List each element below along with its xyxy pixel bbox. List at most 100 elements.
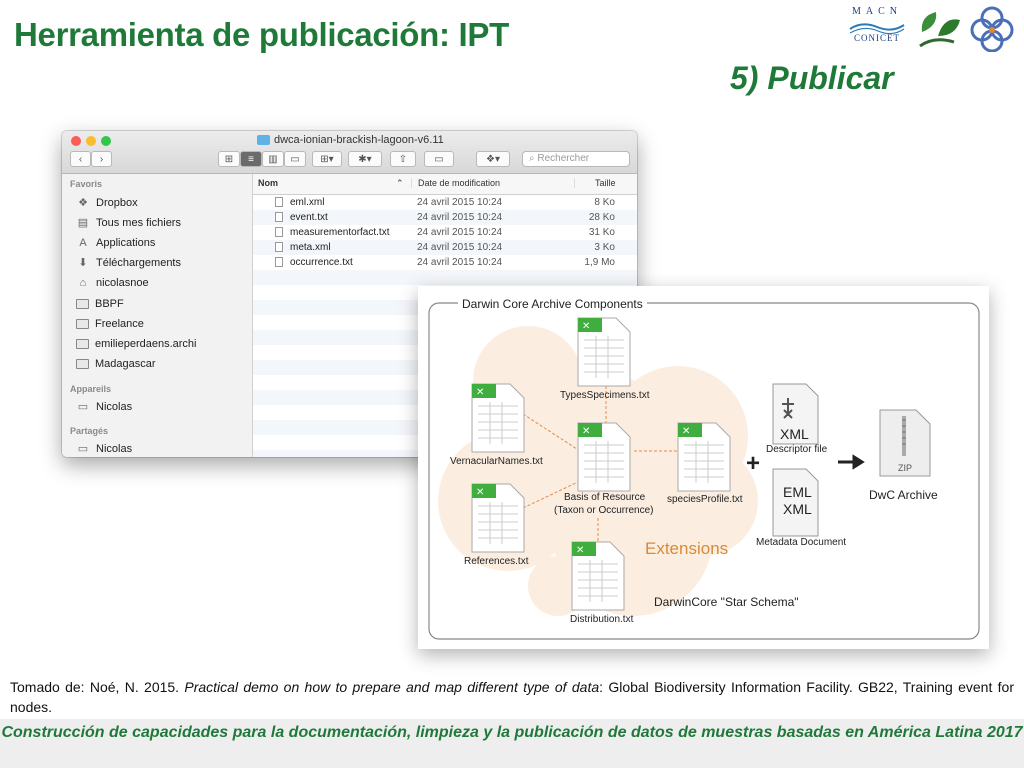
file-row[interactable]: measurementorfact.txt 24 avril 2015 10:2… — [253, 225, 637, 240]
leaf-logo-icon — [919, 12, 960, 48]
distribution-label: Distribution.txt — [570, 614, 634, 625]
dropbox-icon: ❖ — [78, 197, 88, 209]
close-window-button[interactable] — [71, 136, 81, 146]
grid-icon: ⊞ — [224, 154, 234, 165]
column-view-button[interactable]: ▥ — [262, 151, 284, 167]
finder-sidebar: Favoris ❖ Dropbox ▤ Tous mes fichiers A App… — [62, 174, 253, 457]
column-header-name[interactable]: Nom — [258, 178, 278, 188]
sidebar-heading-shared: Partagés — [70, 426, 109, 436]
minimize-window-button[interactable] — [86, 136, 96, 146]
arrange-button[interactable]: ⊞▾ — [312, 151, 342, 167]
forward-button[interactable]: › — [91, 151, 112, 167]
column-header-date[interactable]: Date de modification — [411, 178, 500, 188]
file-row[interactable]: event.txt 24 avril 2015 10:24 28 Ko — [253, 210, 637, 225]
file-date: 24 avril 2015 10:24 — [417, 197, 503, 208]
citation-prefix: Tomado de: Noé, N. 2015. — [10, 679, 185, 695]
folder-icon — [76, 339, 89, 349]
share-icon: ⇧ — [398, 154, 408, 165]
document-icon — [275, 212, 283, 222]
file-name: occurrence.txt — [290, 257, 353, 268]
sidebar-item-label: Téléchargements — [96, 257, 181, 269]
chevron-right-icon: › — [99, 154, 104, 165]
svg-text:✕: ✕ — [682, 426, 690, 437]
file-row[interactable]: eml.xml 24 avril 2015 10:24 8 Ko — [253, 195, 637, 210]
chevron-up-icon: ⌃ — [396, 178, 404, 188]
search-input[interactable]: ⌕ Rechercher — [522, 151, 630, 167]
sidebar-item-home[interactable]: ⌂ nicolasnoe — [76, 274, 149, 292]
sidebar-item-label: Dropbox — [96, 197, 138, 209]
file-list-header: Nom ⌃ Date de modification Taille — [253, 174, 637, 195]
dwc-archive-diagram: ✕ ✕ ✕ ✕ ✕ ✕ Darwin Core Archive Componen… — [418, 286, 989, 649]
chevron-left-icon: ‹ — [78, 154, 83, 165]
sidebar-item-shared-nicolas[interactable]: ▭ Nicolas — [76, 440, 132, 457]
source-citation: Tomado de: Noé, N. 2015. Practical demo … — [10, 677, 1014, 717]
icon-view-button[interactable]: ⊞ — [218, 151, 240, 167]
sidebar-item-label: Freelance — [95, 318, 144, 330]
svg-text:✕: ✕ — [576, 545, 584, 556]
share-button[interactable]: ⇧ — [390, 151, 416, 167]
document-icon — [275, 242, 283, 252]
folder-icon — [76, 319, 89, 329]
document-icon — [275, 197, 283, 207]
sidebar-item-label: BBPF — [95, 298, 124, 310]
column-header-size[interactable]: Taille — [574, 178, 616, 188]
sidebar-item-downloads[interactable]: ⬇ Téléchargements — [76, 254, 181, 272]
tag-icon: ▭ — [434, 154, 444, 165]
document-icon — [275, 227, 283, 237]
sidebar-item-applications[interactable]: A Applications — [76, 234, 155, 252]
list-icon: ≡ — [248, 154, 254, 165]
dropbox-icon: ❖▾ — [486, 154, 500, 165]
core-label-line2: (Taxon or Occurrence) — [554, 505, 654, 516]
action-button[interactable]: ✱▾ — [348, 151, 382, 167]
svg-text:✕: ✕ — [582, 426, 590, 437]
sidebar-item-dropbox[interactable]: ❖ Dropbox — [76, 194, 138, 212]
tags-button[interactable]: ▭ — [424, 151, 454, 167]
arrow-right-icon — [838, 454, 865, 470]
sidebar-item-all-files[interactable]: ▤ Tous mes fichiers — [76, 214, 181, 232]
search-placeholder: Rechercher — [537, 153, 590, 164]
file-row[interactable]: occurrence.txt 24 avril 2015 10:24 1,9 M… — [253, 255, 637, 270]
types-specimens-label: TypesSpecimens.txt — [560, 390, 650, 401]
file-row[interactable]: meta.xml 24 avril 2015 10:24 3 Ko — [253, 240, 637, 255]
sidebar-heading-devices: Appareils — [70, 384, 112, 394]
sidebar-item-madagascar[interactable]: Madagascar — [76, 355, 156, 373]
footer-bar: Construcción de capacidades para la docu… — [0, 719, 1024, 768]
descriptor-file-label: Descriptor file — [766, 444, 828, 455]
file-name: meta.xml — [290, 242, 331, 253]
window-title: dwca-ionian-brackish-lagoon-v6.11 — [257, 134, 444, 146]
svg-text:✕: ✕ — [582, 321, 590, 332]
references-label: References.txt — [464, 556, 529, 567]
sidebar-item-label: emilieperdaens.archi — [95, 338, 197, 350]
macn-conicet-logo: MACN CONICET — [846, 6, 908, 52]
file-date: 24 avril 2015 10:24 — [417, 242, 503, 253]
coverflow-view-button[interactable]: ▭ — [284, 151, 306, 167]
file-name: eml.xml — [290, 197, 325, 208]
applications-icon: A — [79, 237, 87, 249]
sidebar-heading-favorites: Favoris — [70, 179, 103, 189]
dropbox-button[interactable]: ❖▾ — [476, 151, 510, 167]
list-view-button[interactable]: ≡ — [240, 151, 262, 167]
all-files-icon: ▤ — [77, 217, 89, 229]
sidebar-item-emilieperdaens[interactable]: emilieperdaens.archi — [76, 335, 197, 353]
vernacular-names-label: VernacularNames.txt — [450, 456, 543, 467]
sidebar-item-bbpf[interactable]: BBPF — [76, 295, 124, 313]
diagram-title: Darwin Core Archive Components — [458, 297, 647, 311]
file-size: 31 Ko — [588, 227, 615, 238]
zip-badge: ZIP — [898, 463, 913, 473]
file-size: 3 Ko — [594, 242, 615, 253]
extensions-label: Extensions — [645, 539, 729, 558]
logo-wave-icon — [849, 23, 905, 35]
sidebar-item-label: Madagascar — [95, 358, 156, 370]
back-button[interactable]: ‹ — [70, 151, 91, 167]
file-size: 28 Ko — [588, 212, 615, 223]
sidebar-item-device-nicolas[interactable]: ▭ Nicolas — [76, 398, 132, 416]
species-profile-label: speciesProfile.txt — [667, 494, 743, 505]
file-date: 24 avril 2015 10:24 — [417, 257, 503, 268]
sidebar-item-label: Tous mes fichiers — [96, 217, 181, 229]
file-size: 1,9 Mo — [584, 257, 615, 268]
sidebar-item-label: Nicolas — [96, 443, 133, 455]
zoom-window-button[interactable] — [101, 136, 111, 146]
sidebar-item-freelance[interactable]: Freelance — [76, 315, 144, 333]
file-date: 24 avril 2015 10:24 — [417, 212, 503, 223]
core-label-line1: Basis of Resource — [564, 492, 646, 503]
